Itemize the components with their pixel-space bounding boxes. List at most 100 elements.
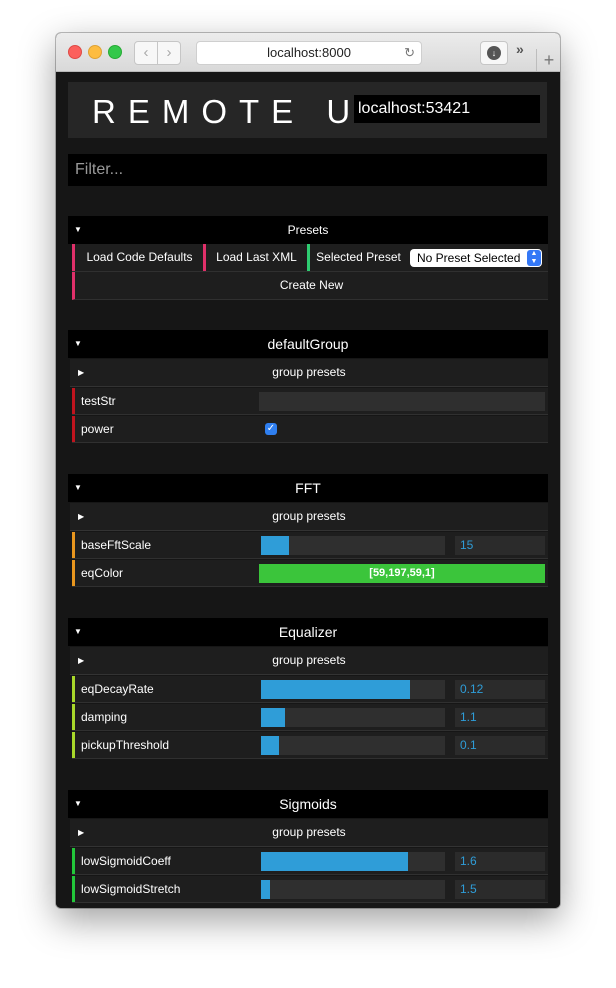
slider-fill (261, 536, 289, 555)
param-row: lowSigmoidCoeff 1.6 (72, 848, 548, 875)
group-presets-label: group presets (272, 825, 346, 839)
group-header[interactable]: ▼ FFT (68, 474, 548, 502)
app-header: REMOTE UI localhost:53421 (68, 82, 547, 138)
preset-select[interactable]: No Preset Selected ▲ ▼ (410, 249, 542, 267)
close-window-button[interactable] (68, 45, 82, 59)
collapse-caret-icon: ▼ (74, 339, 82, 348)
group-presets-label: group presets (272, 509, 346, 523)
create-new-button[interactable]: Create New (72, 272, 548, 300)
param-label: lowSigmoidStretch (81, 882, 181, 896)
more-chevron-icon[interactable]: » (516, 41, 524, 57)
param-label: pickupThreshold (81, 738, 170, 752)
param-slider[interactable] (261, 880, 445, 899)
group-accent-stripe (72, 416, 75, 442)
param-slider[interactable] (261, 736, 445, 755)
back-icon[interactable]: ‹ (134, 41, 158, 65)
page-content: REMOTE UI localhost:53421 Filter... ▼ Pr… (56, 72, 560, 908)
presets-header[interactable]: ▼ Presets (68, 216, 548, 244)
group-accent-stripe (72, 876, 75, 902)
group-presets-toggle[interactable]: ▶ group presets (70, 503, 548, 531)
param-slider[interactable] (261, 536, 445, 555)
group-accent-stripe (72, 532, 75, 558)
group-accent-stripe (72, 732, 75, 758)
param-value-input[interactable]: 1.5 (455, 880, 545, 899)
load-code-defaults-button[interactable]: Load Code Defaults (72, 244, 204, 271)
param-row: pickupThreshold 0.1 (72, 732, 548, 759)
param-value-input[interactable]: 15 (455, 536, 545, 555)
param-value-input[interactable]: 1.1 (455, 708, 545, 727)
param-label: power (81, 422, 114, 436)
group-header[interactable]: ▼ defaultGroup (68, 330, 548, 358)
param-label: testStr (81, 394, 116, 408)
group-header[interactable]: ▼ Equalizer (68, 618, 548, 646)
slider-fill (261, 736, 280, 755)
expand-caret-icon: ▶ (78, 656, 85, 665)
group-accent-stripe (72, 704, 75, 730)
group-accent-stripe (72, 676, 75, 702)
group-header[interactable]: ▼ Sigmoids (68, 790, 548, 818)
browser-toolbar: ‹ › localhost:8000 ↻ ↓ » + (56, 33, 560, 72)
slider-fill (261, 708, 285, 727)
forward-icon[interactable]: › (157, 41, 181, 65)
selected-preset-label: Selected Preset (307, 244, 407, 271)
param-label: baseFftScale (81, 538, 152, 552)
group-default: ▼ defaultGroup ▶ group presets testStr p… (68, 330, 548, 444)
group-accent-stripe (72, 560, 75, 586)
string-input[interactable] (259, 392, 545, 411)
group-fft: ▼ FFT ▶ group presets baseFftScale 15 eq… (68, 474, 548, 588)
param-row: eqDecayRate 0.12 (72, 676, 548, 703)
power-checkbox[interactable]: ✓ (265, 423, 277, 435)
param-label: eqColor (81, 566, 124, 580)
param-value-input[interactable]: 1.6 (455, 852, 545, 871)
slider-fill (261, 880, 271, 899)
group-presets-toggle[interactable]: ▶ group presets (70, 819, 548, 847)
param-label: damping (81, 710, 128, 724)
param-slider[interactable] (261, 680, 445, 699)
app-title: REMOTE UI (92, 93, 384, 130)
group-title: defaultGroup (267, 336, 349, 352)
address-bar[interactable]: localhost:8000 ↻ (196, 41, 422, 65)
download-icon: ↓ (487, 46, 501, 60)
expand-caret-icon: ▶ (78, 828, 85, 837)
param-row: power ✓ (72, 416, 548, 443)
expand-caret-icon: ▶ (78, 512, 85, 521)
param-row: lowSigmoidStretch 1.5 (72, 876, 548, 903)
collapse-caret-icon: ▼ (74, 627, 82, 636)
slider-fill (261, 852, 409, 871)
param-label: eqDecayRate (81, 682, 154, 696)
reload-icon[interactable]: ↻ (404, 42, 415, 64)
param-label: lowSigmoidCoeff (81, 854, 171, 868)
param-value-input[interactable]: 0.1 (455, 736, 545, 755)
group-title: Sigmoids (279, 796, 337, 812)
presets-title: Presets (287, 223, 329, 237)
downloads-button[interactable]: ↓ (480, 41, 508, 65)
collapse-caret-icon: ▼ (74, 483, 82, 492)
group-accent-stripe (72, 848, 75, 874)
group-title: FFT (295, 480, 321, 496)
color-picker[interactable]: [59,197,59,1] (259, 564, 545, 583)
filter-input[interactable]: Filter... (68, 154, 547, 186)
param-row: testStr (72, 388, 548, 415)
group-presets-label: group presets (272, 653, 346, 667)
zoom-window-button[interactable] (108, 45, 122, 59)
param-value-input[interactable]: 0.12 (455, 680, 545, 699)
minimize-window-button[interactable] (88, 45, 102, 59)
new-tab-button[interactable]: + (536, 49, 560, 71)
presets-row: Load Code Defaults Load Last XML Selecte… (72, 244, 548, 272)
group-equalizer: ▼ Equalizer ▶ group presets eqDecayRate … (68, 618, 548, 760)
group-title: Equalizer (278, 624, 338, 640)
collapse-caret-icon: ▼ (74, 225, 82, 234)
preset-select-value: No Preset Selected (417, 251, 521, 265)
group-accent-stripe (72, 388, 75, 414)
load-last-xml-button[interactable]: Load Last XML (203, 244, 307, 271)
host-input[interactable]: localhost:53421 (354, 95, 540, 123)
group-presets-toggle[interactable]: ▶ group presets (70, 359, 548, 387)
group-presets-label: group presets (272, 365, 346, 379)
param-row: eqColor [59,197,59,1] (72, 560, 548, 587)
param-slider[interactable] (261, 708, 445, 727)
group-presets-toggle[interactable]: ▶ group presets (70, 647, 548, 675)
param-slider[interactable] (261, 852, 445, 871)
slider-fill (261, 680, 411, 699)
presets-panel: ▼ Presets Load Code Defaults Load Last X… (68, 216, 548, 300)
param-row: damping 1.1 (72, 704, 548, 731)
